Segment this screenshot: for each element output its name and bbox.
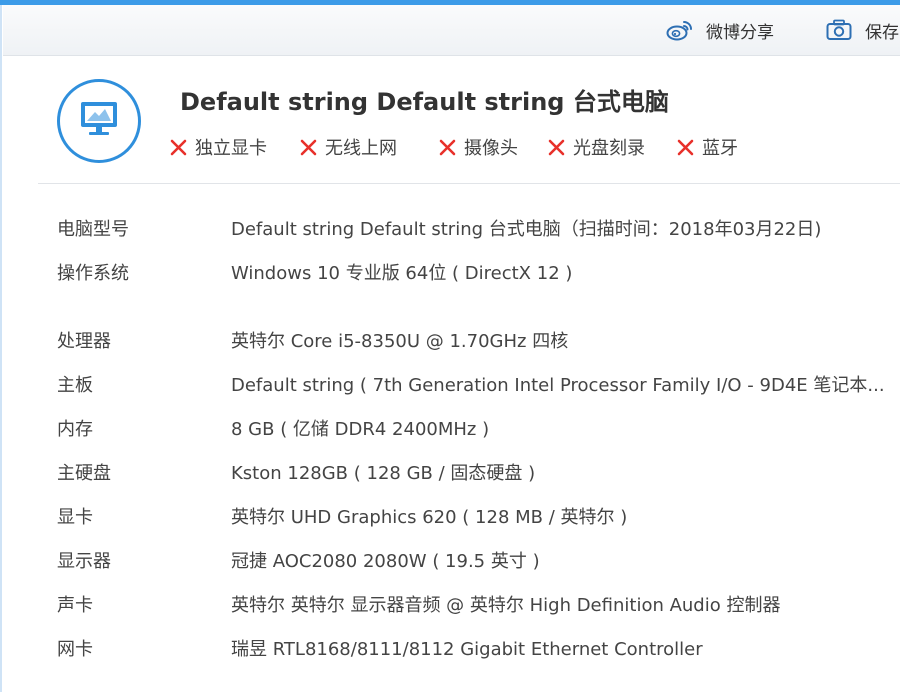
feature-list: 独立显卡 无线上网 摄像头 光盘刻录 蓝牙 <box>170 134 890 162</box>
spec-value: Windows 10 专业版 64位 ( DirectX 12 ) <box>231 263 573 284</box>
feature-label: 独立显卡 <box>195 138 267 159</box>
weibo-share-button[interactable]: 微博分享 <box>666 5 774 55</box>
spec-value: 8 GB ( 亿储 DDR4 2400MHz ) <box>231 419 490 440</box>
spec-label: 网卡 <box>57 639 93 660</box>
spec-label: 主板 <box>57 375 93 396</box>
spec-value: 英特尔 英特尔 显示器音频 @ 英特尔 High Definition Audi… <box>231 595 781 616</box>
spec-row-gpu: 显卡 英特尔 UHD Graphics 620 ( 128 MB / 英特尔 ) <box>0 503 900 533</box>
spec-label: 操作系统 <box>57 263 129 284</box>
cross-icon <box>439 139 456 156</box>
spec-label: 内存 <box>57 419 93 440</box>
feature-item: 无线上网 <box>300 134 397 160</box>
save-button[interactable]: 保存 <box>825 5 899 55</box>
spec-label: 显示器 <box>57 551 111 572</box>
weibo-share-label: 微博分享 <box>706 22 774 43</box>
spec-value: Default string Default string 台式电脑（扫描时间：… <box>231 219 822 240</box>
spec-row-network: 网卡 瑞昱 RTL8168/8111/8112 Gigabit Ethernet… <box>0 635 900 665</box>
spec-value: 英特尔 Core i5-8350U @ 1.70GHz 四核 <box>231 331 569 352</box>
feature-label: 摄像头 <box>464 138 518 159</box>
share-toolbar: 微博分享 保存 <box>3 5 900 56</box>
spec-row-motherboard: 主板 Default string ( 7th Generation Intel… <box>0 371 900 401</box>
computer-badge <box>57 79 141 163</box>
cross-icon <box>548 139 565 156</box>
feature-item: 蓝牙 <box>677 134 738 160</box>
spec-label: 声卡 <box>57 595 93 616</box>
spec-label: 主硬盘 <box>57 463 111 484</box>
spec-row-model: 电脑型号 Default string Default string 台式电脑（… <box>0 215 900 245</box>
feature-item: 光盘刻录 <box>548 134 645 160</box>
save-label: 保存 <box>865 22 899 43</box>
hardware-summary-window: 微博分享 保存 Default string Default string 台式… <box>0 0 900 692</box>
camera-icon <box>825 18 853 42</box>
spec-row-cpu: 处理器 英特尔 Core i5-8350U @ 1.70GHz 四核 <box>0 327 900 357</box>
weibo-icon <box>666 18 694 42</box>
cross-icon <box>170 139 187 156</box>
spec-label: 处理器 <box>57 331 111 352</box>
spec-row-os: 操作系统 Windows 10 专业版 64位 ( DirectX 12 ) <box>0 259 900 289</box>
feature-item: 摄像头 <box>439 134 518 160</box>
spec-value: 英特尔 UHD Graphics 620 ( 128 MB / 英特尔 ) <box>231 507 628 528</box>
spec-value: 瑞昱 RTL8168/8111/8112 Gigabit Ethernet Co… <box>231 639 703 660</box>
spec-row-disk: 主硬盘 Kston 128GB ( 128 GB / 固态硬盘 ) <box>0 459 900 489</box>
spec-value: Kston 128GB ( 128 GB / 固态硬盘 ) <box>231 463 536 484</box>
spec-label: 电脑型号 <box>57 219 129 240</box>
feature-item: 独立显卡 <box>170 134 267 160</box>
feature-label: 蓝牙 <box>702 138 738 159</box>
computer-model-title: Default string Default string 台式电脑 <box>180 88 669 116</box>
cross-icon <box>300 139 317 156</box>
cross-icon <box>677 139 694 156</box>
spec-value: Default string ( 7th Generation Intel Pr… <box>231 375 885 396</box>
spec-row-monitor: 显示器 冠捷 AOC2080 2080W ( 19.5 英寸 ) <box>0 547 900 577</box>
spec-label: 显卡 <box>57 507 93 528</box>
monitor-icon <box>79 100 119 142</box>
feature-label: 无线上网 <box>325 138 397 159</box>
spec-row-audio: 声卡 英特尔 英特尔 显示器音频 @ 英特尔 High Definition A… <box>0 591 900 621</box>
section-divider <box>38 183 900 184</box>
spec-value: 冠捷 AOC2080 2080W ( 19.5 英寸 ) <box>231 551 540 572</box>
spec-row-memory: 内存 8 GB ( 亿储 DDR4 2400MHz ) <box>0 415 900 445</box>
feature-label: 光盘刻录 <box>573 138 645 159</box>
